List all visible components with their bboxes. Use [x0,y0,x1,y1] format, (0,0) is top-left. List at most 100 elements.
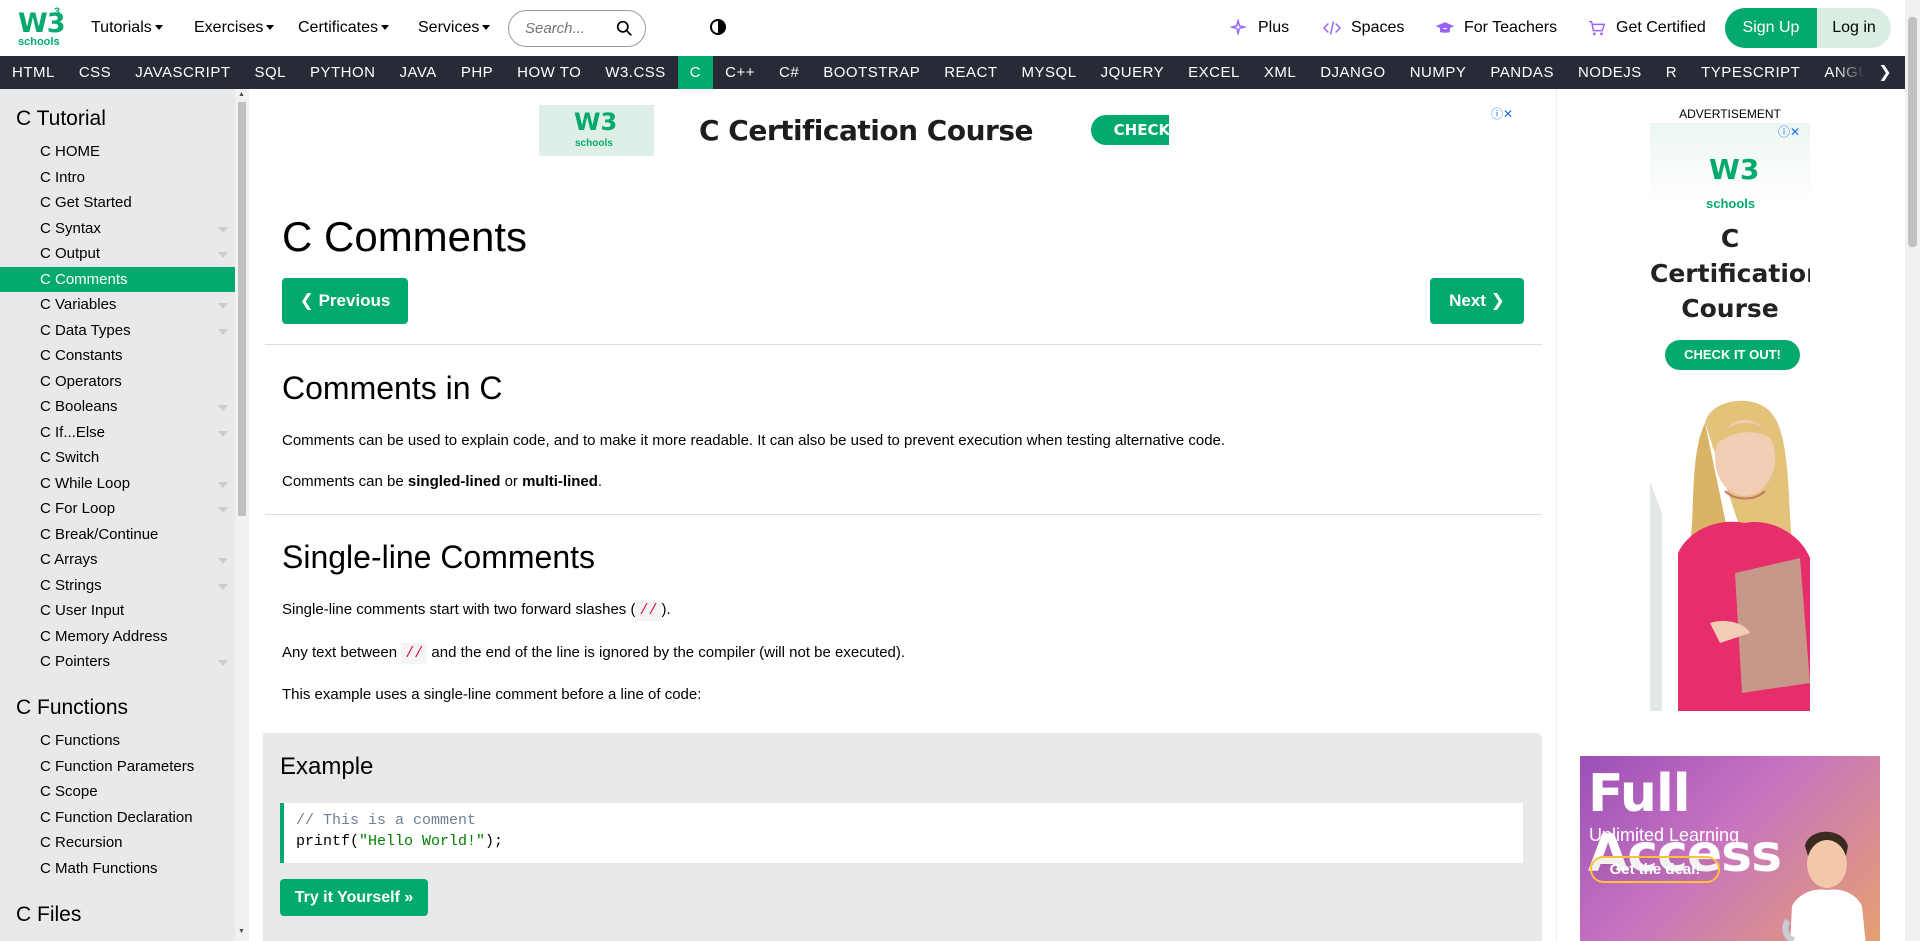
sidebar-item-c-user-input[interactable]: C User Input [0,598,235,624]
search-box[interactable] [508,10,646,47]
bold-text: singled-lined [407,473,501,490]
code-block[interactable]: // This is a comment printf("Hello World… [280,803,1523,863]
expand-arrow-icon[interactable] [218,430,228,437]
sidebar-item-c-home[interactable]: C HOME [0,139,235,165]
contrast-toggle-icon[interactable] [710,19,726,35]
nav-item-how-to[interactable]: HOW TO [505,56,593,89]
nav-item-sql[interactable]: SQL [242,56,298,89]
text-segment: Single-line comments start with two forw… [282,601,636,618]
expand-arrow-icon[interactable] [218,583,228,590]
sidebar-item-c-syntax[interactable]: C Syntax [0,216,235,242]
side-ad[interactable]: W3 schools C Certification Course CHECK … [1650,123,1810,723]
expand-arrow-icon[interactable] [218,328,228,335]
nav-item-typescript[interactable]: TYPESCRIPT [1689,56,1812,89]
nav-item-mysql[interactable]: MYSQL [1010,56,1089,89]
expand-arrow-icon[interactable] [218,558,228,564]
full-access-promo[interactable]: Full Access Unlimited Learning Get the d… [1580,756,1880,941]
nav-item-numpy[interactable]: NUMPY [1398,56,1479,89]
banner-ad-button[interactable]: CHECK IT OUT! [1091,115,1169,145]
sidebar-item-c-math-functions[interactable]: C Math Functions [0,856,235,882]
nav-item-c[interactable]: C++ [713,56,767,89]
sidebar-item-c-function-declaration[interactable]: C Function Declaration [0,805,235,831]
w3schools-logo[interactable]: W3 3 schools [16,6,66,50]
sidebar-item-c-data-types[interactable]: C Data Types [0,318,235,344]
sidebar-item-c-function-parameters[interactable]: C Function Parameters [0,754,235,780]
sidebar-item-c-while-loop[interactable]: C While Loop [0,471,235,497]
side-ad-close-icon[interactable]: ⓘ✕ [1778,123,1800,140]
link-for-teachers[interactable]: For Teachers [1436,19,1557,37]
nav-item-excel[interactable]: EXCEL [1176,56,1252,89]
sidebar-item-c-functions[interactable]: C Functions [0,728,235,754]
expand-arrow-icon[interactable] [218,660,228,666]
link-get-certified[interactable]: Get Certified [1588,19,1706,37]
nav-item-java[interactable]: JAVA [388,56,449,89]
text-segment: and the end of the line is ignored by th… [427,644,906,661]
sidebar-item-c-output[interactable]: C Output [0,241,235,267]
nav-item-django[interactable]: DJANGO [1308,56,1398,89]
nav-item-c[interactable]: C [677,56,714,89]
scroll-down-arrow-icon[interactable]: ▼ [238,928,245,935]
scroll-up-arrow-icon[interactable]: ▲ [238,91,245,98]
previous-button[interactable]: ❮ Previous [282,278,408,324]
sidebar-item-c-scope[interactable]: C Scope [0,779,235,805]
nav-item-pandas[interactable]: PANDAS [1478,56,1566,89]
menu-certificates[interactable]: Certificates [298,19,390,37]
expand-arrow-icon[interactable] [218,481,228,488]
sidebar-item-c-comments[interactable]: C Comments [0,266,235,292]
login-button[interactable]: Log in [1817,8,1891,48]
side-ad-button[interactable]: CHECK IT OUT! [1665,340,1800,370]
expand-arrow-icon[interactable] [218,507,228,513]
sidebar-item-c-if-else[interactable]: C If...Else [0,420,235,446]
nav-next-icon[interactable]: ❯ [1865,56,1905,89]
sidebar-item-c-variables[interactable]: C Variables [0,292,235,318]
nav-item-html[interactable]: HTML [0,56,67,89]
expand-arrow-icon[interactable] [218,252,228,258]
link-plus[interactable]: Plus [1230,19,1289,37]
nav-item-javascript[interactable]: JAVASCRIPT [123,56,242,89]
page-scrollbar[interactable] [1905,0,1920,941]
signup-button[interactable]: Sign Up [1725,8,1817,48]
get-the-deal-button[interactable]: Get the deal! [1590,856,1720,883]
nav-item-bootstrap[interactable]: BOOTSTRAP [811,56,932,89]
expand-arrow-icon[interactable] [218,226,228,233]
nav-item-nodejs[interactable]: NODEJS [1566,56,1654,89]
sidebar-item-c-break-continue[interactable]: C Break/Continue [0,522,235,548]
sidebar-item-c-booleans[interactable]: C Booleans [0,394,235,420]
nav-item-r[interactable]: R [1654,56,1689,89]
sidebar-item-c-switch[interactable]: C Switch [0,445,235,471]
sidebar-item-c-strings[interactable]: C Strings [0,573,235,599]
nav-item-python[interactable]: PYTHON [298,56,388,89]
expand-arrow-icon[interactable] [218,303,228,309]
expand-arrow-icon[interactable] [218,405,228,411]
menu-exercises[interactable]: Exercises [194,19,275,37]
link-spaces[interactable]: Spaces [1323,19,1404,37]
sidebar-item-c-recursion[interactable]: C Recursion [0,830,235,856]
nav-item-jquery[interactable]: JQUERY [1089,56,1177,89]
sidebar-item-c-operators[interactable]: C Operators [0,369,235,395]
banner-ad[interactable]: W3 schools C Certification Course CHECK … [539,105,1169,156]
nav-item-w3-css[interactable]: W3.CSS [593,56,678,89]
nav-item-xml[interactable]: XML [1252,56,1308,89]
menu-exercises-label: Exercises [194,19,264,36]
menu-services[interactable]: Services [418,19,491,37]
nav-item-css[interactable]: CSS [67,56,123,89]
menu-tutorials[interactable]: Tutorials [91,19,163,37]
sidebar-item-c-memory-address[interactable]: C Memory Address [0,624,235,650]
nav-item-react[interactable]: REACT [932,56,1009,89]
search-input[interactable] [525,20,615,37]
sidebar-item-label: C Math Functions [40,859,158,877]
page-scroll-thumb[interactable] [1908,17,1917,247]
sidebar-item-c-constants[interactable]: C Constants [0,343,235,369]
nav-item-c[interactable]: C# [767,56,811,89]
next-button[interactable]: Next ❯ [1430,278,1524,324]
sidebar-item-c-pointers[interactable]: C Pointers [0,649,235,675]
sidebar-item-c-intro[interactable]: C Intro [0,165,235,191]
ad-close-icon[interactable]: ⓘ✕ [1491,105,1513,122]
sidebar-item-c-arrays[interactable]: C Arrays [0,547,235,573]
sidebar-item-c-get-started[interactable]: C Get Started [0,190,235,216]
nav-item-php[interactable]: PHP [449,56,505,89]
search-icon[interactable] [616,20,633,37]
sidebar-scroll-thumb[interactable] [238,102,246,516]
sidebar-item-c-for-loop[interactable]: C For Loop [0,496,235,522]
try-it-yourself-button[interactable]: Try it Yourself » [280,879,428,916]
